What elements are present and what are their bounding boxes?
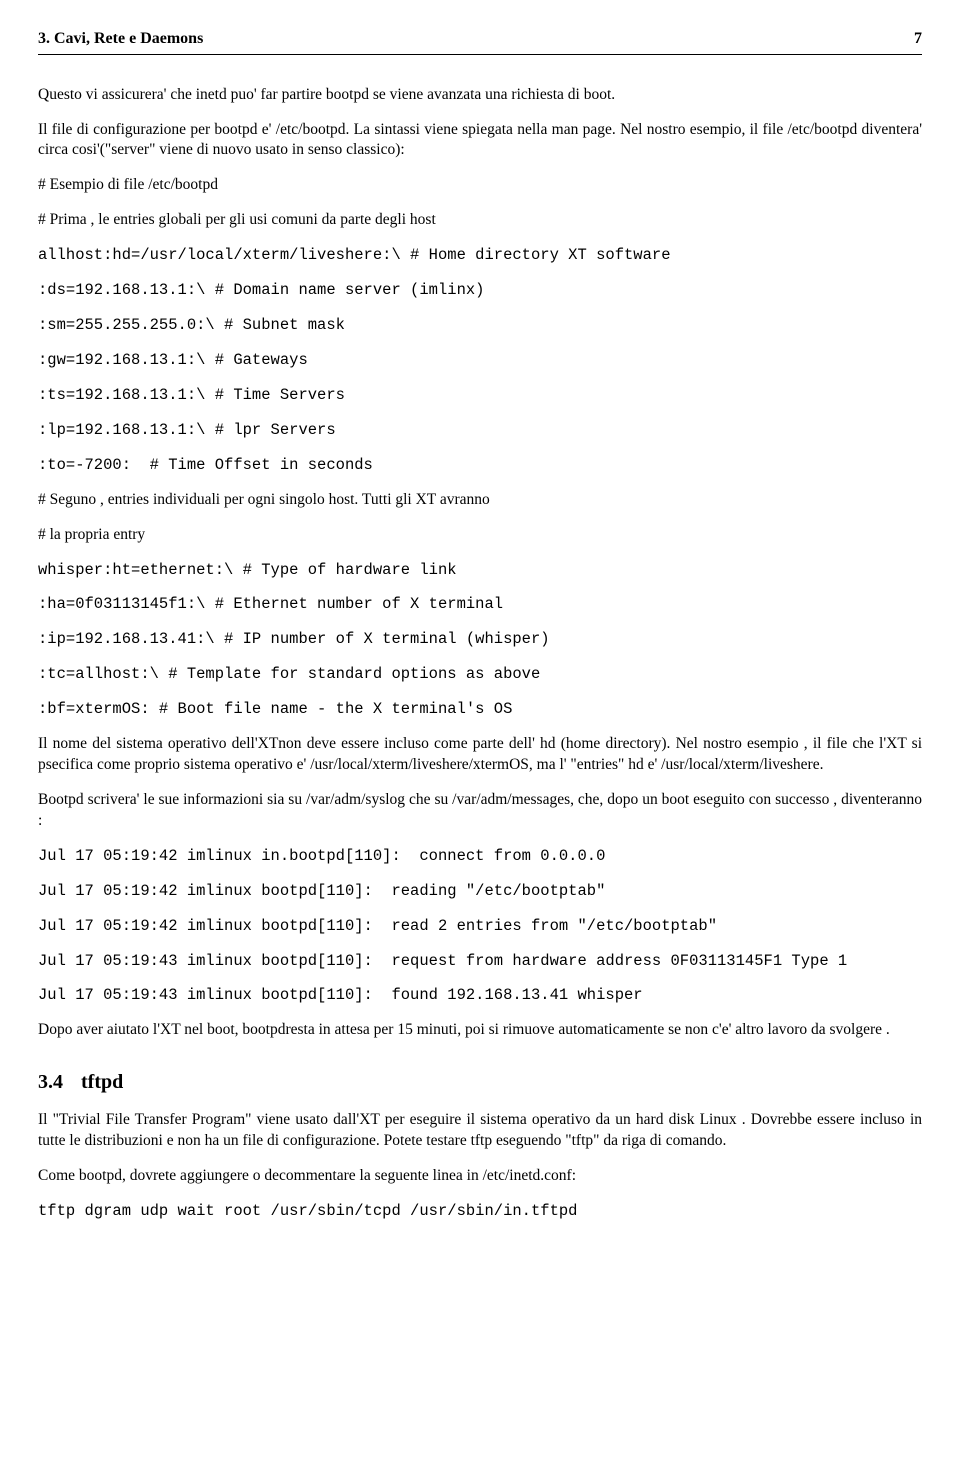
code-line: allhost:hd=/usr/local/xterm/liveshere:\ … bbox=[38, 245, 922, 266]
paragraph: Il file di configurazione per bootpd e' … bbox=[38, 120, 922, 162]
header-rule bbox=[38, 54, 922, 55]
header-left: 3. Cavi, Rete e Daemons bbox=[38, 28, 203, 50]
code-comment: # Esempio di file /etc/bootpd bbox=[38, 175, 922, 196]
code-line: :lp=192.168.13.1:\ # lpr Servers bbox=[38, 420, 922, 441]
log-line: Jul 17 05:19:42 imlinux in.bootpd[110]: … bbox=[38, 846, 922, 867]
page-header: 3. Cavi, Rete e Daemons 7 bbox=[38, 28, 922, 50]
paragraph: Questo vi assicurera' che inetd puo' far… bbox=[38, 85, 922, 106]
code-line: :gw=192.168.13.1:\ # Gateways bbox=[38, 350, 922, 371]
code-comment: # la propria entry bbox=[38, 525, 922, 546]
code-line: :sm=255.255.255.0:\ # Subnet mask bbox=[38, 315, 922, 336]
log-line: Jul 17 05:19:43 imlinux bootpd[110]: fou… bbox=[38, 985, 922, 1006]
code-line: :to=-7200: # Time Offset in seconds bbox=[38, 455, 922, 476]
code-comment: # Seguno , entries individuali per ogni … bbox=[38, 490, 922, 511]
code-line: tftp dgram udp wait root /usr/sbin/tcpd … bbox=[38, 1201, 922, 1222]
paragraph: Il nome del sistema operativo dell'XTnon… bbox=[38, 734, 922, 776]
code-line: :ts=192.168.13.1:\ # Time Servers bbox=[38, 385, 922, 406]
code-line: :ds=192.168.13.1:\ # Domain name server … bbox=[38, 280, 922, 301]
paragraph: Come bootpd, dovrete aggiungere o decomm… bbox=[38, 1166, 922, 1187]
code-comment: # Prima , le entries globali per gli usi… bbox=[38, 210, 922, 231]
code-line: :tc=allhost:\ # Template for standard op… bbox=[38, 664, 922, 685]
header-page-number: 7 bbox=[914, 28, 922, 50]
log-line: Jul 17 05:19:42 imlinux bootpd[110]: rea… bbox=[38, 881, 922, 902]
section-number: 3.4 bbox=[38, 1069, 63, 1096]
paragraph: Bootpd scrivera' le sue informazioni sia… bbox=[38, 790, 922, 832]
code-line: :ip=192.168.13.41:\ # IP number of X ter… bbox=[38, 629, 922, 650]
section-title: tftpd bbox=[81, 1071, 123, 1093]
code-line: whisper:ht=ethernet:\ # Type of hardware… bbox=[38, 560, 922, 581]
log-line: Jul 17 05:19:42 imlinux bootpd[110]: rea… bbox=[38, 916, 922, 937]
code-line: :bf=xtermOS: # Boot file name - the X te… bbox=[38, 699, 922, 720]
code-line: :ha=0f03113145f1:\ # Ethernet number of … bbox=[38, 594, 922, 615]
paragraph: Il "Trivial File Transfer Program" viene… bbox=[38, 1110, 922, 1152]
paragraph: Dopo aver aiutato l'XT nel boot, bootpdr… bbox=[38, 1020, 922, 1041]
section-heading: 3.4 tftpd bbox=[38, 1069, 922, 1096]
log-line: Jul 17 05:19:43 imlinux bootpd[110]: req… bbox=[38, 951, 922, 972]
